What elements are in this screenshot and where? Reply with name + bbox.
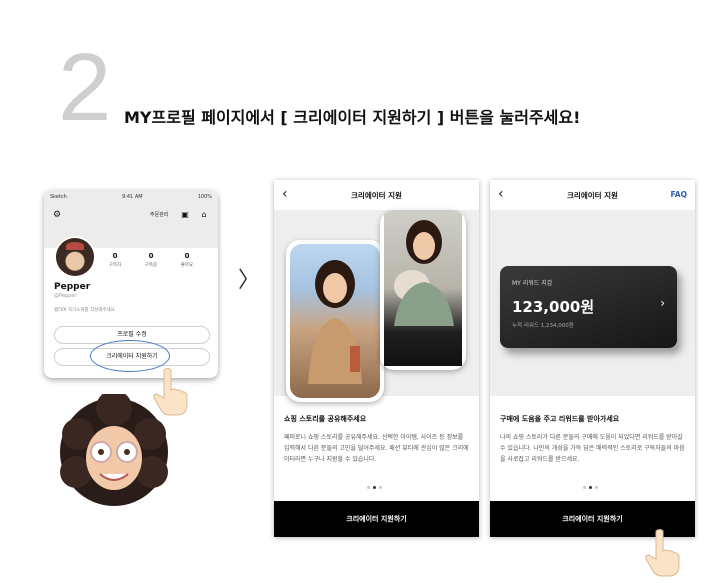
screen-title: 크리에이터 지원 [567,191,618,200]
chevron-right-icon[interactable]: › [660,296,665,310]
wallet-amount: 123,000원 [512,298,595,316]
wallet-label: MY 리워드 지갑 [512,280,553,287]
reward-wallet-card[interactable]: MY 리워드 지갑 123,000원 누적 리워드 1,234,000원 › [500,266,677,348]
step-instruction: MY프로필 페이지에서 [ 크리에이터 지원하기 ] 버튼을 눌러주세요! [124,108,581,127]
preview-phone-right [380,210,466,370]
faq-link[interactable]: FAQ [671,190,687,199]
preview-visual [274,210,479,402]
stat-subscribers[interactable]: 0 구독자 [100,252,130,268]
apply-creator-button[interactable]: 크리에이터 지원하기 [274,501,479,537]
status-time: 9:41 AM [122,194,143,200]
reward-heading: 구매에 도움을 주고 리워드를 받아가세요 [500,415,620,423]
reward-visual: MY 리워드 지갑 123,000원 누적 리워드 1,234,000원 › [490,210,695,396]
avatar[interactable] [54,236,96,278]
preview-phone-left [286,240,384,402]
stat-likes[interactable]: 0 좋아요 [172,252,202,268]
share-heading: 쇼핑 스토리를 공유해주세요 [284,415,367,423]
screen-title: 크리에이터 지원 [351,191,402,200]
page-indicator[interactable] [583,486,603,490]
stat-following[interactable]: 0 구독중 [136,252,166,268]
status-battery: 100% [197,194,212,200]
box-icon[interactable]: ▣ [180,210,190,220]
page-indicator[interactable] [367,486,387,490]
wallet-cumulative: 누적 리워드 1,234,000원 [512,323,574,329]
chevron-right-icon: 〉 [238,268,261,293]
step-number: 2 [58,34,112,141]
gear-icon[interactable]: ⚙ [52,210,62,220]
pointing-hand-icon [645,529,680,577]
shop-icon[interactable]: ⌂ [199,210,209,220]
user-handle: @Pepper [54,293,77,299]
profile-screen: Sketch 9:41 AM 100% ⚙ 주문관리 ▣ ⌂ 0 구독자 0 구… [44,190,218,378]
memoji-avatar [60,394,168,506]
status-carrier: Sketch [50,194,67,200]
intro-placeholder[interactable]: 탭하여 자기소개를 작성해주세요 [54,307,115,313]
user-name: Pepper [54,282,91,292]
reward-body: 나의 쇼핑 스토리가 다른 분들의 구매에 도움이 되었다면 리워드를 받아갈 … [500,434,685,463]
reward-screen: ‹ 크리에이터 지원 FAQ MY 리워드 지갑 123,000원 누적 리워드… [490,180,695,537]
share-story-screen: ‹ 크리에이터 지원 쇼핑 스토리를 공유해주세요 페퍼로니 쇼핑 스토리를 공… [274,180,479,537]
share-body: 페퍼로니 쇼핑 스토리를 공유해주세요. 선택한 아이템, 사이즈 등 정보를 … [284,434,469,463]
